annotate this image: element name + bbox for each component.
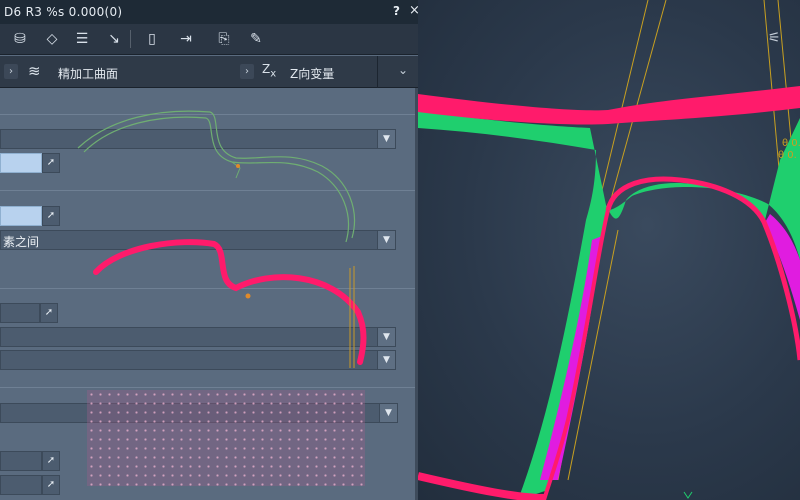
view-tool-icon[interactable]: ⚟ bbox=[768, 30, 781, 46]
svg-text:θ 0.: θ 0. bbox=[782, 138, 800, 149]
parameters-panel: D6 R3 %s 0.000(0) ? × ⛁ ◇ ☰ ↘ ▯ ⇥ ⎘ ✎ › … bbox=[0, 0, 418, 500]
svg-text:θ 0.: θ 0. bbox=[778, 150, 797, 161]
3d-viewport[interactable]: θ 0. θ 0. bbox=[418, 0, 800, 500]
app-root: D6 R3 %s 0.000(0) ? × ⛁ ◇ ☰ ↘ ▯ ⇥ ⎘ ✎ › … bbox=[0, 0, 800, 500]
pattern-preview bbox=[87, 390, 365, 486]
glasses-frame-model: θ 0. θ 0. bbox=[418, 0, 800, 500]
